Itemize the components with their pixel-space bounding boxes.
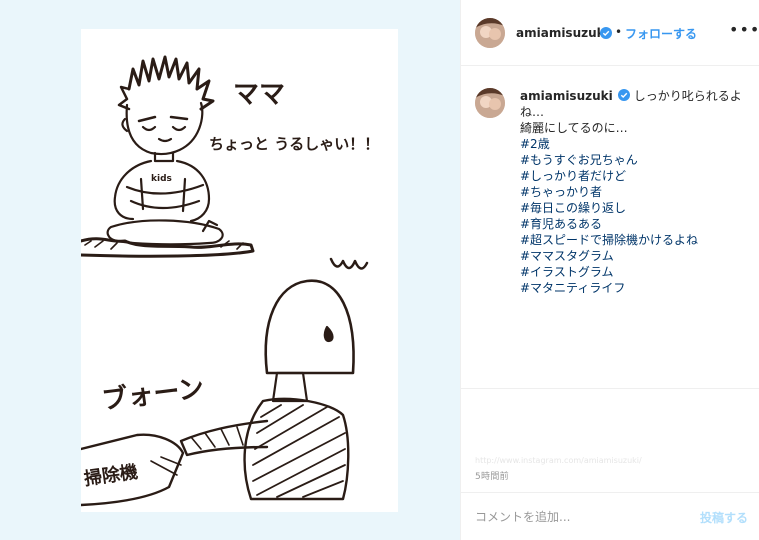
hashtag-link[interactable]: #毎日この繰り返し <box>520 200 752 216</box>
drawing-text-boon: ブォーン <box>100 373 206 416</box>
drawing-text-mama: ママ <box>233 80 285 110</box>
comment-input[interactable] <box>475 507 675 527</box>
avatar[interactable] <box>475 18 505 48</box>
hashtag-link[interactable]: #ママスタグラム <box>520 248 752 264</box>
more-options-icon[interactable]: ••• <box>729 20 759 39</box>
faded-url-text: http://www.instagram.com/amiamisuzuki/ <box>475 456 642 465</box>
caption-section: amiamisuzuki しっかり叱られるよね… 綺麗にしてるのに… #2歳 #も… <box>461 66 759 388</box>
hashtag-link[interactable]: #超スピードで掃除機かけるよね <box>520 232 752 248</box>
drawing-text-speech: ちょっと うるしゃい！！ <box>209 135 379 153</box>
verified-badge-icon <box>600 27 612 39</box>
caption-text: amiamisuzuki しっかり叱られるよね… 綺麗にしてるのに… #2歳 #も… <box>520 88 752 296</box>
post-comment-button[interactable]: 投稿する <box>700 509 748 526</box>
post-side-panel: amiamisuzuki • フォローする ••• amiamisuzuki しっ… <box>460 0 759 540</box>
post-header: amiamisuzuki • フォローする ••• <box>461 0 759 66</box>
comment-bar: 投稿する <box>461 492 759 540</box>
post-image[interactable]: ママ ちょっと うるしゃい！！ kids ブォーン 掃除機 <box>81 29 398 512</box>
image-area: ママ ちょっと うるしゃい！！ kids ブォーン 掃除機 <box>0 0 460 540</box>
drawing-text-vacuum: 掃除機 <box>83 461 140 490</box>
hashtag-link[interactable]: #育児あるある <box>520 216 752 232</box>
header-username[interactable]: amiamisuzuki <box>516 26 609 40</box>
drawing-text-kids: kids <box>151 174 172 184</box>
hashtag-link[interactable]: #しっかり者だけど <box>520 168 752 184</box>
separator-dot: • <box>615 25 623 39</box>
caption-verified-icon <box>617 89 630 101</box>
hashtag-link[interactable]: #イラストグラム <box>520 264 752 280</box>
illustration: ママ ちょっと うるしゃい！！ kids ブォーン 掃除機 <box>81 55 379 507</box>
caption-username[interactable]: amiamisuzuki <box>520 89 613 103</box>
hashtag-link[interactable]: #2歳 <box>520 136 752 152</box>
follow-button[interactable]: フォローする <box>625 25 697 42</box>
hashtag-link[interactable]: #マタニティライフ <box>520 280 752 296</box>
caption-avatar[interactable] <box>475 88 505 118</box>
caption-line-2: 綺麗にしてるのに… <box>520 121 628 135</box>
hashtag-link[interactable]: #もうすぐお兄ちゃん <box>520 152 752 168</box>
actions-section: http://www.instagram.com/amiamisuzuki/ 5… <box>461 388 759 488</box>
hashtag-link[interactable]: #ちゃっかり者 <box>520 184 752 200</box>
post-timestamp[interactable]: 5時間前 <box>475 469 509 482</box>
